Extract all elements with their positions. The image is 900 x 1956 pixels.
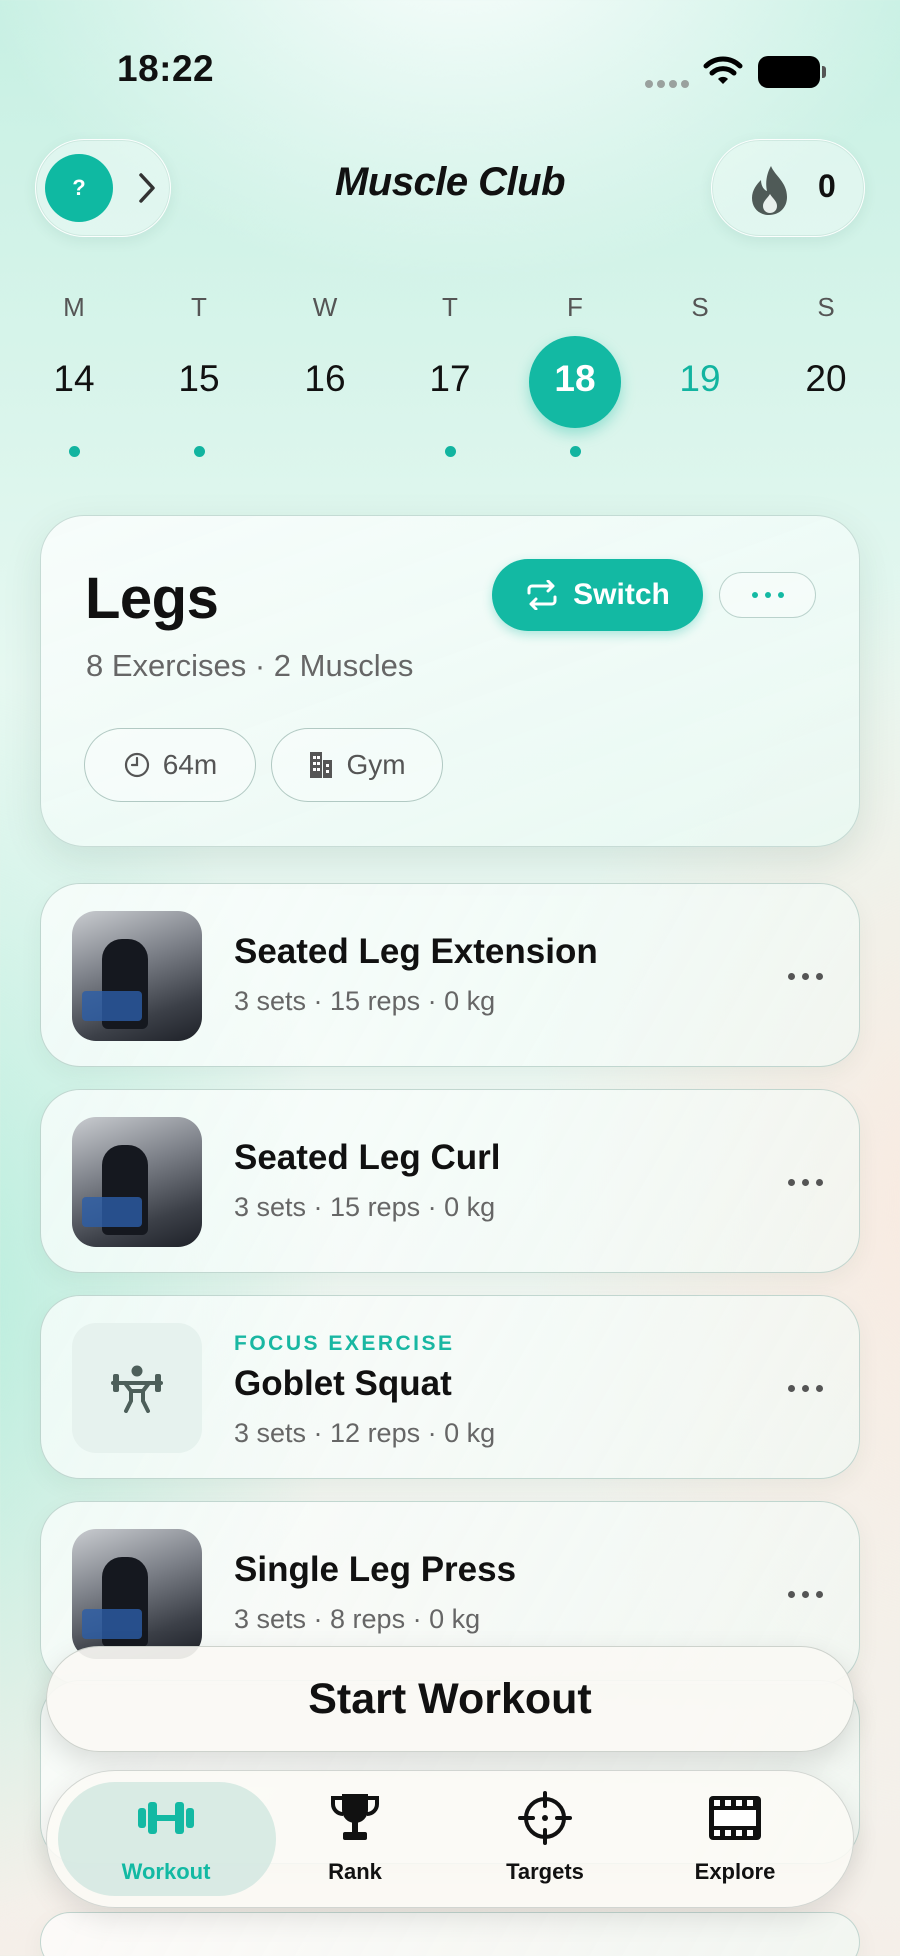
- tab-label: Targets: [506, 1859, 584, 1884]
- workout-done-dot: [194, 446, 205, 457]
- workout-more-button[interactable]: [719, 572, 816, 618]
- exercise-meta: 3 sets · 8 reps · 0 kg: [234, 1604, 481, 1634]
- day-number[interactable]: 19: [650, 358, 750, 400]
- streak-count: 0: [818, 168, 836, 204]
- tab-explore[interactable]: Explore: [650, 1790, 820, 1890]
- flame-icon: [752, 166, 787, 215]
- exercise-more-button[interactable]: [788, 973, 828, 981]
- day-letter: F: [567, 292, 583, 322]
- status-time: 18:22: [117, 48, 215, 89]
- day-number[interactable]: 17: [400, 358, 500, 400]
- exercise-thumbnail: [72, 1529, 202, 1659]
- workout-done-dot: [445, 446, 456, 457]
- exercise-card[interactable]: FOCUS EXERCISE Goblet Squat 3 sets · 12 re…: [40, 1295, 860, 1479]
- wifi-icon: [703, 56, 743, 84]
- clock-icon: [124, 752, 149, 778]
- day-letter: T: [442, 292, 458, 322]
- exercise-meta: 3 sets · 15 reps · 0 kg: [234, 986, 496, 1016]
- duration-chip[interactable]: 64m: [84, 728, 256, 802]
- swap-icon: [527, 580, 557, 610]
- tab-workout[interactable]: Workout: [81, 1790, 251, 1890]
- duration-label: 64m: [162, 749, 218, 780]
- exercise-card[interactable]: Seated Leg Extension 3 sets · 15 reps · 0…: [40, 883, 860, 1067]
- tab-rank[interactable]: Rank: [270, 1790, 440, 1890]
- day-letter: S: [817, 292, 835, 322]
- tab-targets[interactable]: Targets: [460, 1790, 630, 1890]
- exercise-meta: 3 sets · 15 reps · 0 kg: [234, 1192, 496, 1222]
- day-number[interactable]: 20: [776, 358, 876, 400]
- trophy-icon: [325, 1790, 385, 1851]
- dumbbell-icon: [136, 1790, 196, 1851]
- day-number[interactable]: 15: [149, 358, 249, 400]
- building-icon: [310, 752, 333, 778]
- day-letter: M: [63, 292, 85, 322]
- film-icon: [705, 1790, 765, 1851]
- exercise-name: Seated Leg Extension: [234, 932, 598, 971]
- day-letter: S: [691, 292, 709, 322]
- day-number[interactable]: 16: [275, 358, 375, 400]
- tab-label: Workout: [121, 1859, 211, 1884]
- workout-done-dot: [570, 446, 581, 457]
- workout-subtitle: 8 Exercises · 2 Muscles: [86, 648, 414, 683]
- day-number[interactable]: 14: [24, 358, 124, 400]
- focus-exercise-tag: FOCUS EXERCISE: [234, 1332, 455, 1355]
- crosshair-icon: [515, 1790, 575, 1851]
- tab-label: Rank: [328, 1859, 382, 1884]
- tab-label: Explore: [694, 1859, 776, 1884]
- exercise-more-button[interactable]: [788, 1591, 828, 1599]
- weightlifter-icon: [72, 1323, 202, 1453]
- exercise-name: Single Leg Press: [234, 1550, 517, 1589]
- location-chip[interactable]: Gym: [271, 728, 443, 802]
- exercise-thumbnail: [72, 911, 202, 1041]
- switch-button[interactable]: Switch: [492, 559, 703, 631]
- workout-title: Legs: [85, 566, 219, 631]
- exercise-card[interactable]: Seated Leg Curl 3 sets · 15 reps · 0 kg: [40, 1089, 860, 1273]
- day-letter: T: [191, 292, 207, 322]
- exercise-thumbnail: [72, 1117, 202, 1247]
- exercise-more-button[interactable]: [788, 1179, 828, 1187]
- exercise-name: Goblet Squat: [234, 1364, 452, 1403]
- start-workout-button[interactable]: Start Workout: [46, 1646, 854, 1752]
- list-item[interactable]: [40, 1912, 860, 1956]
- day-number[interactable]: 18: [525, 358, 625, 400]
- day-letter: W: [312, 292, 338, 322]
- exercise-meta: 3 sets · 12 reps · 0 kg: [234, 1418, 496, 1448]
- exercise-more-button[interactable]: [788, 1385, 828, 1393]
- location-label: Gym: [346, 749, 406, 780]
- workout-done-dot: [69, 446, 80, 457]
- cellular-signal-icon: [645, 80, 689, 88]
- battery-icon: [758, 56, 826, 88]
- switch-label: Switch: [573, 578, 670, 611]
- exercise-name: Seated Leg Curl: [234, 1138, 501, 1177]
